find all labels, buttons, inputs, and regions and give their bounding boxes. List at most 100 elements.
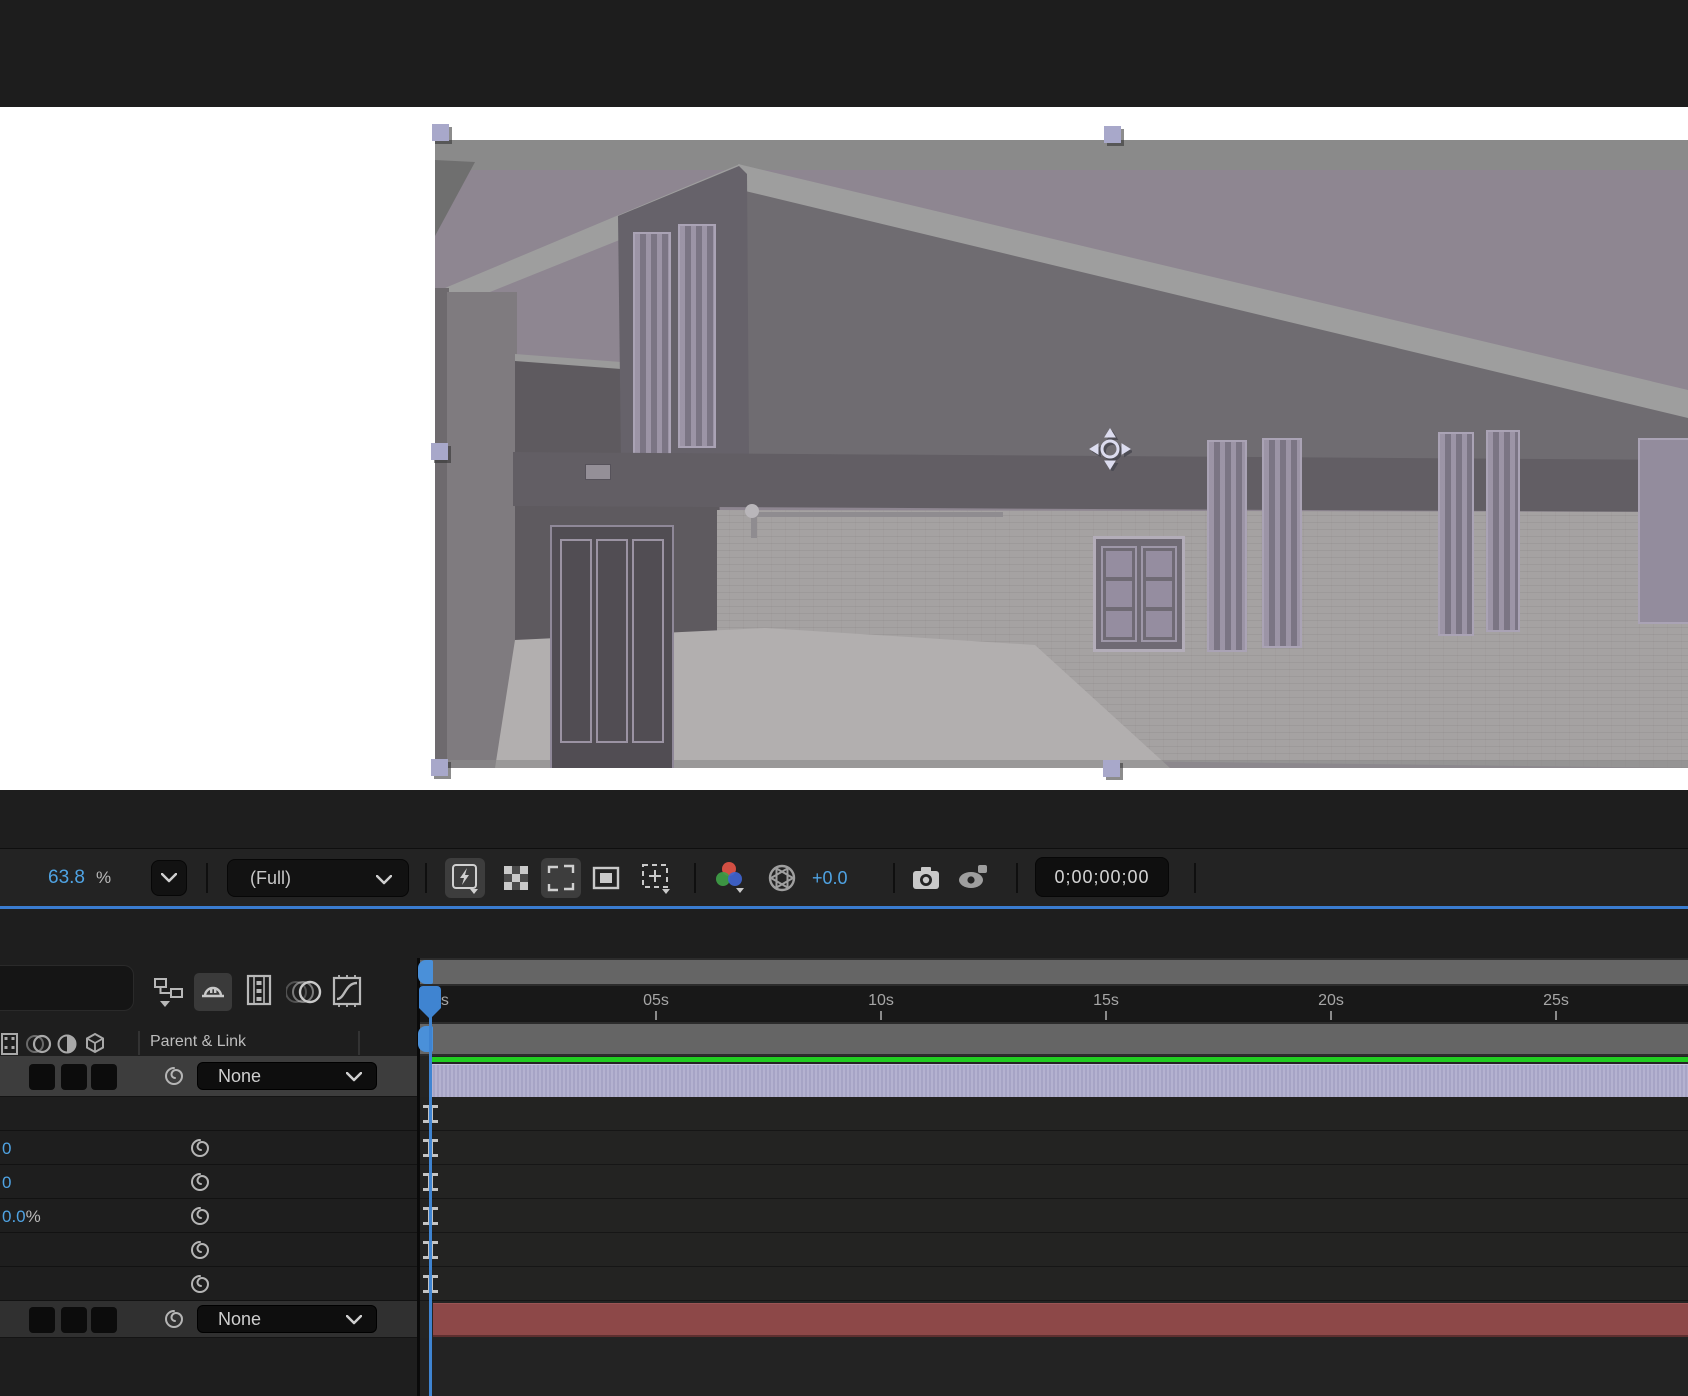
- parent-link-value: None: [218, 1065, 262, 1086]
- transparency-grid-button[interactable]: [496, 858, 536, 898]
- toolbar-separator: [893, 863, 895, 893]
- property-pickwhip-icon[interactable]: [189, 1137, 211, 1159]
- layer-row-2[interactable]: None: [0, 1301, 417, 1338]
- zoom-level-value[interactable]: 63.8: [48, 867, 85, 889]
- building-tall-window: [1207, 440, 1247, 652]
- timeline-panel: Parent & Link 00s 05s 10s 15s 20s 25s No…: [0, 909, 1688, 1396]
- mini-flowchart-icon[interactable]: [152, 975, 186, 1009]
- mask-visibility-button[interactable]: [586, 858, 626, 898]
- frame-blend-column-icon[interactable]: [0, 1032, 20, 1056]
- shy-guy-icon: [199, 978, 227, 1006]
- ruler-tick: [1105, 1011, 1107, 1020]
- building-tall-window: [1638, 438, 1688, 624]
- parent-link-dropdown-layer1[interactable]: None: [197, 1062, 377, 1090]
- chevron-down-icon: [161, 873, 177, 883]
- building-storefront-door: [550, 525, 674, 768]
- building-pipe: [753, 512, 1003, 517]
- property-value-fragment[interactable]: 0: [2, 1173, 11, 1193]
- cache-indicator-line: [431, 1057, 1688, 1062]
- viewer-pasteboard-strip: [0, 790, 1688, 848]
- ruler-label-2: 10s: [868, 992, 894, 1009]
- timecode-display[interactable]: 0;00;00;00: [1035, 857, 1169, 897]
- transparency-grid-icon: [501, 863, 531, 893]
- property-pickwhip-icon[interactable]: [189, 1273, 211, 1295]
- building-tall-window: [1438, 432, 1474, 636]
- timecode-value: 0;00;00;00: [1054, 866, 1150, 887]
- timeline-search-input[interactable]: [0, 965, 134, 1011]
- layer-switch-box[interactable]: [91, 1307, 117, 1333]
- exposure-reset-button[interactable]: [762, 858, 802, 898]
- quality-column-icon[interactable]: [56, 1033, 78, 1055]
- parent-pickwhip-icon[interactable]: [163, 1308, 185, 1330]
- building-pipe-joint: [745, 504, 759, 518]
- layer-switch-box[interactable]: [91, 1064, 117, 1090]
- toolbar-separator: [1016, 863, 1018, 893]
- ruler-label-3: 15s: [1093, 992, 1119, 1009]
- shy-toggle[interactable]: [194, 973, 232, 1011]
- playhead-head[interactable]: [419, 986, 441, 1008]
- track-area-bottom-bg: [420, 1338, 1688, 1396]
- cube-3d-column-icon[interactable]: [84, 1032, 106, 1056]
- playhead-line[interactable]: [429, 986, 432, 1396]
- layer-row-1[interactable]: None: [0, 1056, 417, 1097]
- parent-link-header[interactable]: Parent & Link: [150, 1033, 246, 1051]
- time-navigator-bar[interactable]: [420, 958, 1688, 986]
- parent-pickwhip-icon[interactable]: [163, 1065, 185, 1087]
- ruler-tick: [655, 1011, 657, 1020]
- selection-handle-bottom-center[interactable]: [1103, 760, 1120, 777]
- property-pickwhip-icon[interactable]: [189, 1239, 211, 1261]
- motion-blur-icon[interactable]: [286, 977, 322, 1007]
- property-pickwhip-icon[interactable]: [189, 1205, 211, 1227]
- show-channel-button[interactable]: [708, 858, 752, 898]
- zoom-dropdown-button[interactable]: [151, 860, 187, 896]
- take-snapshot-button[interactable]: [906, 858, 946, 898]
- layer-switch-box[interactable]: [61, 1307, 87, 1333]
- composition-image[interactable]: [435, 140, 1688, 768]
- motion-blur-column-icon[interactable]: [26, 1033, 52, 1055]
- graph-editor-icon[interactable]: [330, 973, 364, 1009]
- show-snapshot-button[interactable]: [952, 858, 994, 898]
- column-headers: Parent & Link: [0, 1030, 417, 1056]
- layer-1-duration-bar[interactable]: [431, 1064, 1688, 1097]
- composition-viewer[interactable]: [0, 107, 1688, 790]
- selection-handle-mid-left[interactable]: [431, 443, 448, 460]
- selection-handle-bottom-left[interactable]: [431, 759, 448, 776]
- resolution-dropdown[interactable]: (Full): [227, 859, 409, 897]
- opacity-value[interactable]: 0.0: [2, 1207, 26, 1226]
- region-of-interest-button[interactable]: [541, 858, 581, 898]
- chevron-down-icon: [346, 1315, 362, 1325]
- fast-previews-button[interactable]: [445, 858, 485, 898]
- parent-link-dropdown-layer2[interactable]: None: [197, 1305, 377, 1333]
- property-pickwhip-icon[interactable]: [189, 1171, 211, 1193]
- layer-2-duration-bar[interactable]: [433, 1303, 1688, 1337]
- selection-handle-top-center[interactable]: [1104, 126, 1121, 143]
- navigator-start-handle[interactable]: [418, 960, 433, 984]
- property-value-fragment[interactable]: 0: [2, 1139, 11, 1159]
- building-tall-window: [1486, 430, 1520, 632]
- toolbar-separator: [1194, 863, 1196, 893]
- column-divider: [358, 1031, 360, 1055]
- chevron-down-icon: [376, 875, 392, 885]
- toolbar-separator: [425, 863, 427, 893]
- layer-switch-box[interactable]: [29, 1307, 55, 1333]
- zoom-level-unit: %: [96, 868, 112, 887]
- work-area-bar[interactable]: [420, 1022, 1688, 1056]
- door-panel: [596, 539, 628, 743]
- property-value-fragment[interactable]: 0.0%: [2, 1207, 41, 1227]
- building-roof-edge: [435, 140, 1688, 170]
- mask-visibility-icon: [590, 862, 622, 894]
- ruler-tick: [1555, 1011, 1557, 1020]
- guides-region-button[interactable]: [634, 858, 678, 898]
- door-panel: [632, 539, 664, 743]
- building-upper-window-2: [678, 224, 716, 448]
- opacity-unit: %: [25, 1207, 41, 1226]
- exposure-value[interactable]: +0.0: [812, 868, 848, 889]
- chevron-down-icon: [346, 1072, 362, 1082]
- frame-blending-icon[interactable]: [243, 973, 275, 1009]
- layer-switch-box[interactable]: [61, 1064, 87, 1090]
- anchor-point-icon[interactable]: [1088, 427, 1132, 471]
- ruler-label-4: 20s: [1318, 992, 1344, 1009]
- time-ruler[interactable]: [420, 986, 1688, 1022]
- selection-handle-top-left[interactable]: [432, 124, 449, 141]
- layer-switch-box[interactable]: [29, 1064, 55, 1090]
